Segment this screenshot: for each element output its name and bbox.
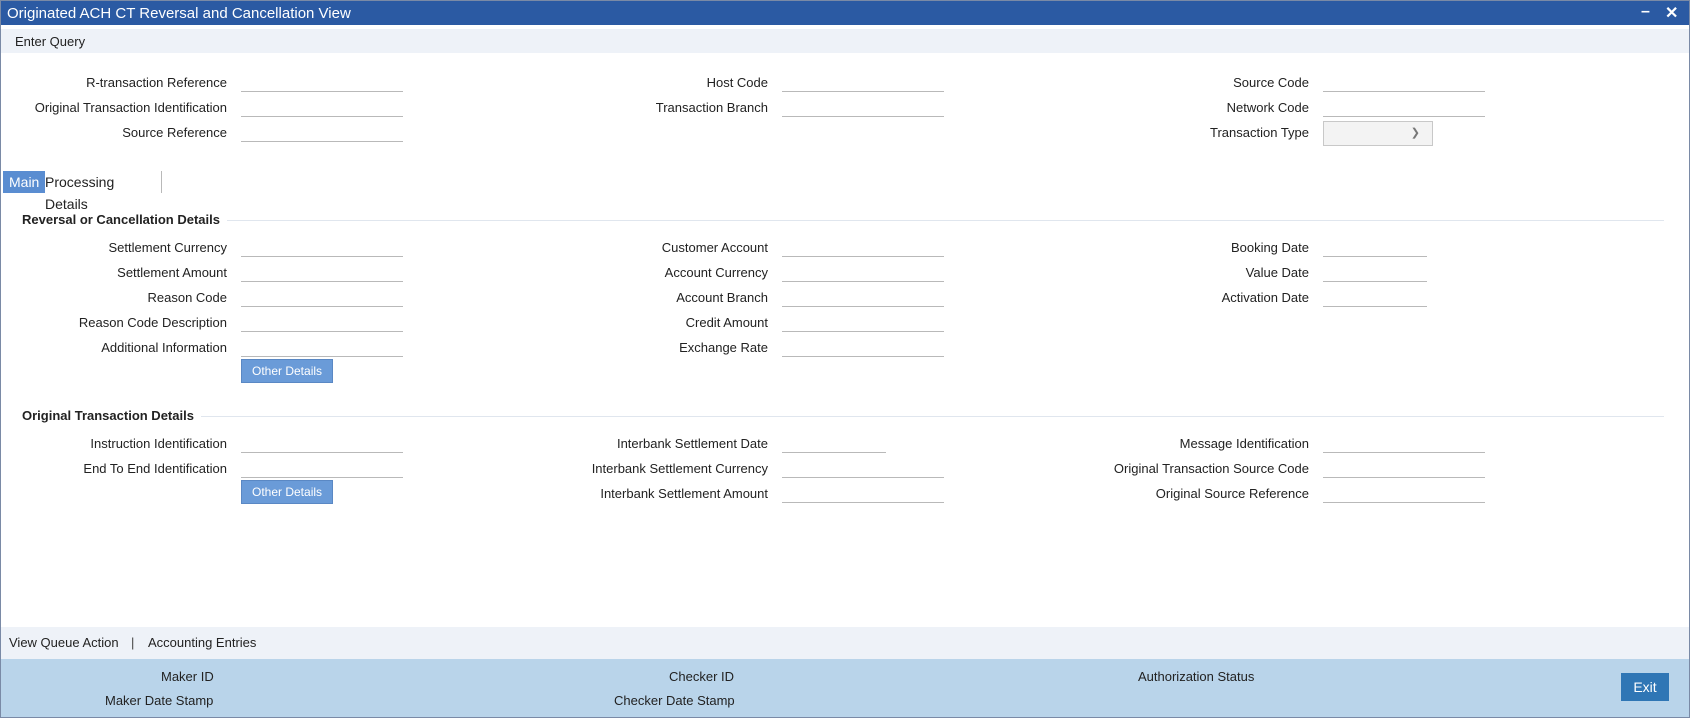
title-bar: Originated ACH CT Reversal and Cancellat… (1, 1, 1689, 25)
toolbar-separator: | (131, 635, 135, 650)
enter-query-menu-item[interactable]: Enter Query (15, 34, 85, 49)
exchange-rate-label: Exchange Rate (679, 340, 768, 355)
view-queue-action-link[interactable]: View Queue Action (9, 635, 119, 650)
account-branch-input[interactable] (782, 288, 944, 307)
settlement-amount-label: Settlement Amount (117, 265, 227, 280)
reversal-section-title: Reversal or Cancellation Details (22, 212, 220, 227)
credit-amount-label: Credit Amount (685, 315, 768, 330)
account-branch-label: Account Branch (676, 290, 768, 305)
original-source-reference-input[interactable] (1323, 484, 1485, 503)
message-identification-input[interactable] (1323, 434, 1485, 453)
value-date-input[interactable] (1323, 263, 1427, 282)
checker-date-stamp-label: Checker Date Stamp (614, 693, 735, 708)
interbank-settlement-date-label: Interbank Settlement Date (616, 436, 768, 451)
maker-id-label: Maker ID (161, 669, 214, 684)
menu-bar: Enter Query (1, 29, 1689, 53)
reason-code-description-input[interactable] (241, 313, 403, 332)
account-currency-label: Account Currency (664, 265, 768, 280)
interbank-settlement-amount-input[interactable] (782, 484, 944, 503)
source-code-label: Source Code (1233, 75, 1309, 90)
r-transaction-reference-input[interactable] (241, 73, 403, 92)
settlement-currency-label: Settlement Currency (108, 240, 228, 255)
r-transaction-reference-label: R-transaction Reference (86, 75, 227, 90)
settlement-amount-input[interactable] (241, 263, 403, 282)
close-icon[interactable]: ✕ (1665, 3, 1678, 23)
source-code-input[interactable] (1323, 73, 1485, 92)
original-transaction-source-code-input[interactable] (1323, 459, 1485, 478)
transaction-branch-input[interactable] (782, 98, 944, 117)
accounting-entries-link[interactable]: Accounting Entries (148, 635, 256, 650)
section-divider (227, 220, 1664, 221)
reason-code-input[interactable] (241, 288, 403, 307)
host-code-label: Host Code (706, 75, 768, 90)
end-to-end-identification-label: End To End Identification (83, 461, 227, 476)
account-currency-input[interactable] (782, 263, 944, 282)
reversal-other-details-button[interactable]: Other Details (241, 359, 334, 383)
authorization-status-label: Authorization Status (1138, 669, 1255, 684)
additional-information-input[interactable] (241, 338, 403, 357)
original-transaction-source-code-label: Original Transaction Source Code (1113, 461, 1309, 476)
interbank-settlement-amount-label: Interbank Settlement Amount (600, 486, 768, 501)
message-identification-label: Message Identification (1179, 436, 1309, 451)
reason-code-label: Reason Code (147, 290, 228, 305)
chevron-down-icon: ❯ (1410, 127, 1420, 139)
transaction-type-select[interactable]: ❯ (1323, 121, 1433, 146)
exchange-rate-input[interactable] (782, 338, 944, 357)
network-code-label: Network Code (1226, 100, 1309, 115)
activation-date-input[interactable] (1323, 288, 1427, 307)
maker-date-stamp-label: Maker Date Stamp (105, 693, 214, 708)
booking-date-label: Booking Date (1230, 240, 1309, 255)
tab-processing-details[interactable]: Processing Details (39, 171, 120, 212)
source-reference-input[interactable] (241, 123, 403, 142)
exit-button[interactable]: Exit (1621, 673, 1669, 701)
additional-information-label: Additional Information (101, 340, 227, 355)
customer-account-label: Customer Account (661, 240, 768, 255)
instruction-identification-input[interactable] (241, 434, 403, 453)
transaction-type-label: Transaction Type (1210, 125, 1309, 140)
checker-id-label: Checker ID (669, 669, 735, 684)
original-transaction-identification-label: Original Transaction Identification (34, 100, 227, 115)
window: Originated ACH CT Reversal and Cancellat… (0, 0, 1690, 718)
customer-account-input[interactable] (782, 238, 944, 257)
window-title: Originated ACH CT Reversal and Cancellat… (7, 5, 351, 22)
section-divider (201, 416, 1664, 417)
instruction-identification-label: Instruction Identification (90, 436, 227, 451)
end-to-end-identification-input[interactable] (241, 459, 403, 478)
activation-date-label: Activation Date (1221, 290, 1309, 305)
interbank-settlement-date-input[interactable] (782, 434, 886, 453)
credit-amount-input[interactable] (782, 313, 944, 332)
original-other-details-button[interactable]: Other Details (241, 480, 334, 504)
bottom-toolbar: View Queue Action | Accounting Entries (1, 627, 1689, 659)
settlement-currency-input[interactable] (241, 238, 403, 257)
reason-code-description-label: Reason Code Description (78, 315, 227, 330)
audit-bar: Maker ID Maker Date Stamp Checker ID Che… (1, 659, 1689, 717)
value-date-label: Value Date (1245, 265, 1309, 280)
original-section-title: Original Transaction Details (22, 408, 194, 423)
host-code-input[interactable] (782, 73, 944, 92)
interbank-settlement-currency-input[interactable] (782, 459, 944, 478)
original-source-reference-label: Original Source Reference (1155, 486, 1309, 501)
source-reference-label: Source Reference (122, 125, 227, 140)
minimize-icon[interactable]: – (1641, 3, 1650, 21)
network-code-input[interactable] (1323, 98, 1485, 117)
booking-date-input[interactable] (1323, 238, 1427, 257)
interbank-settlement-currency-label: Interbank Settlement Currency (591, 461, 768, 476)
original-transaction-identification-input[interactable] (241, 98, 403, 117)
transaction-branch-label: Transaction Branch (655, 100, 768, 115)
tab-divider (161, 171, 162, 193)
